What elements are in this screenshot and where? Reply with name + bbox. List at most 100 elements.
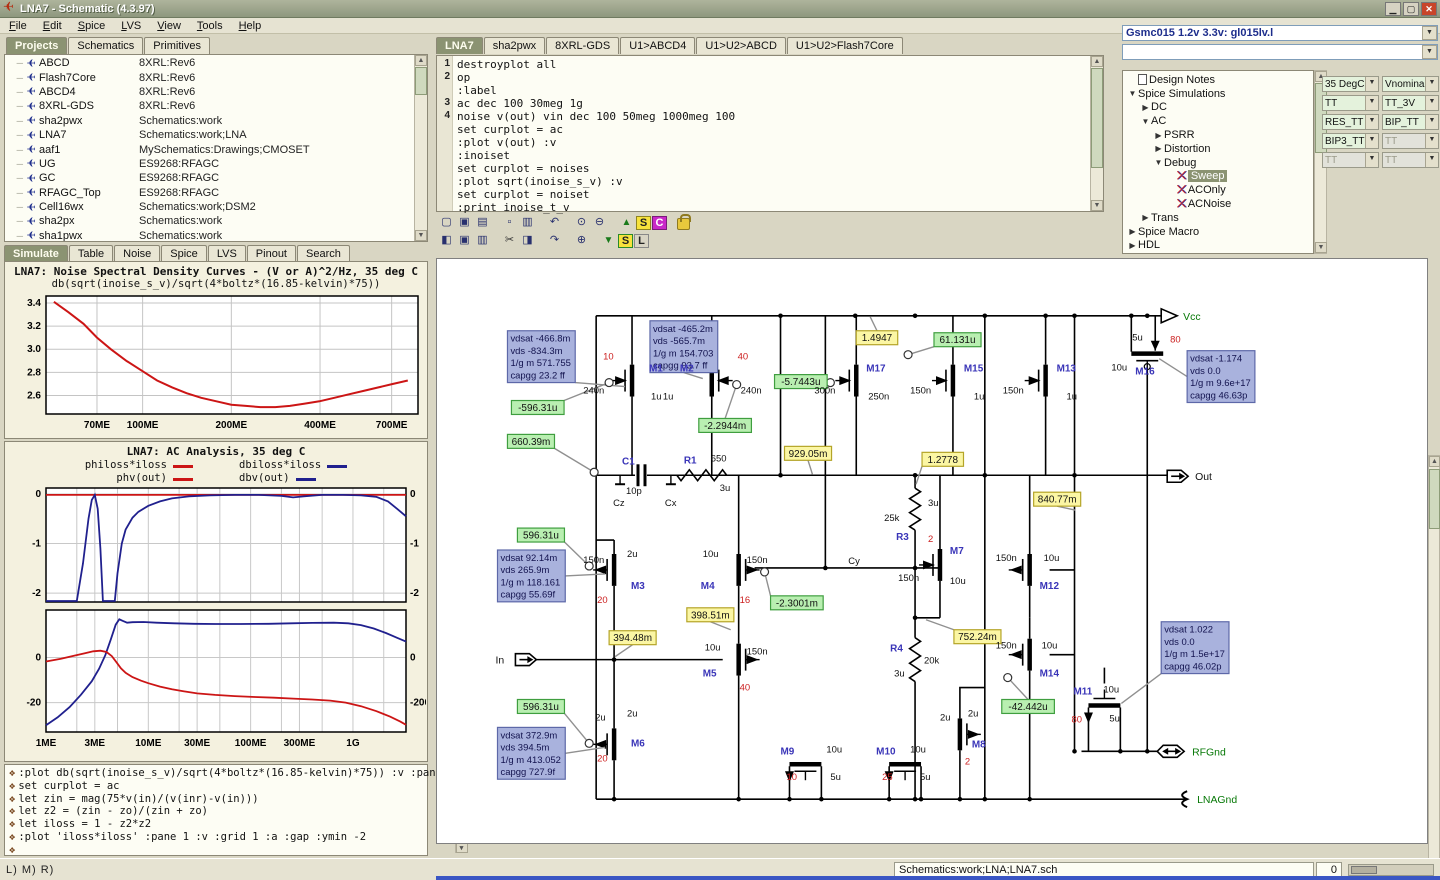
project-row[interactable]: ─✈UGES9268:RFAGC bbox=[5, 157, 414, 171]
project-list-scrollbar[interactable]: ▲▼ bbox=[414, 55, 427, 241]
c-block-icon[interactable]: C bbox=[652, 216, 667, 230]
maximize-button[interactable]: ▢ bbox=[1403, 2, 1419, 16]
zoom-out-icon[interactable]: ⊖ bbox=[591, 215, 608, 231]
menu-lvs[interactable]: LVS bbox=[114, 19, 148, 33]
tree-item-sweep[interactable]: ⤫Sweep bbox=[1123, 170, 1313, 184]
script-icon[interactable]: S bbox=[636, 216, 651, 230]
project-row[interactable]: ─✈8XRL-GDS8XRL:Rev6 bbox=[5, 99, 414, 113]
close-button[interactable]: ✕ bbox=[1421, 2, 1437, 16]
edit-tab-sha2pwx[interactable]: sha2pwx bbox=[484, 37, 545, 54]
mouse-button-indicator: L) M) R) bbox=[0, 864, 200, 876]
menu-view[interactable]: View bbox=[150, 19, 188, 33]
columns-icon[interactable]: ▥ bbox=[474, 233, 491, 249]
process-corner-combo[interactable]: Gsmc015 1.2v 3.3v: gl015lv.l ▼ bbox=[1122, 25, 1438, 41]
menu-tools[interactable]: Tools bbox=[190, 19, 230, 33]
project-row[interactable]: ─✈sha1pwxSchematics:work bbox=[5, 229, 414, 242]
save-as-icon[interactable]: ▣ bbox=[456, 233, 473, 249]
param-combo[interactable]: RES_TT▼ bbox=[1322, 114, 1379, 130]
menu-edit[interactable]: Edit bbox=[36, 19, 69, 33]
zoom-icon[interactable]: ⊙ bbox=[573, 215, 590, 231]
paste-icon[interactable]: ◨ bbox=[519, 233, 536, 249]
edit-tab-lna7[interactable]: LNA7 bbox=[436, 37, 483, 54]
minimize-button[interactable]: ▁ bbox=[1385, 2, 1401, 16]
open-icon[interactable]: ◧ bbox=[438, 233, 455, 249]
tab-pinout[interactable]: Pinout bbox=[247, 245, 296, 262]
project-row[interactable]: ─✈sha2pwxSchematics:work bbox=[5, 114, 414, 128]
param-combo[interactable]: 35 DegC▼ bbox=[1322, 76, 1379, 92]
hier-down-icon[interactable]: ▼ bbox=[600, 233, 617, 249]
noise-plot[interactable]: 70ME100ME200ME400ME700ME2.62.83.03.23.4 bbox=[6, 290, 426, 438]
zoom-in-icon[interactable]: ⊕ bbox=[573, 233, 590, 249]
project-row[interactable]: ─✈GCES9268:RFAGC bbox=[5, 171, 414, 185]
tree-item-design-notes[interactable]: Design Notes bbox=[1123, 73, 1313, 87]
secondary-combo[interactable]: ▼ bbox=[1122, 44, 1438, 60]
schematic-canvas[interactable]: VccOutInRFGndLNAGndvdsat -466.8mvds -834… bbox=[436, 258, 1428, 844]
command-console[interactable]: ❖:plot db(sqrt(inoise_s_v)/sqrt(4*boltz*… bbox=[4, 764, 428, 856]
tree-item-trans[interactable]: ▶Trans bbox=[1123, 211, 1313, 225]
tree-item-dc[interactable]: ▶DC bbox=[1123, 101, 1313, 115]
tree-item-spice-macro[interactable]: ▶Spice Macro bbox=[1123, 225, 1313, 239]
new-icon[interactable]: ▢ bbox=[438, 215, 455, 231]
print-icon[interactable]: ▤ bbox=[474, 215, 491, 231]
editor-scrollbar[interactable]: ▲▼ bbox=[1090, 56, 1103, 211]
tab-simulate[interactable]: Simulate bbox=[4, 245, 68, 262]
tree-item-ac[interactable]: ▼AC bbox=[1123, 114, 1313, 128]
tab-primitives[interactable]: Primitives bbox=[144, 37, 210, 54]
param-combo[interactable]: BIP_TT▼ bbox=[1382, 114, 1439, 130]
current-tag: -2.3001m bbox=[761, 568, 824, 610]
project-name: GC bbox=[39, 172, 139, 184]
tab-projects[interactable]: Projects bbox=[6, 37, 67, 54]
param-combo[interactable]: TT▼ bbox=[1322, 95, 1379, 111]
lock-icon[interactable] bbox=[677, 218, 690, 230]
editor-code[interactable]: destroyplot allop:labelac dec 100 30meg … bbox=[453, 56, 1090, 211]
tab-search[interactable]: Search bbox=[297, 245, 350, 262]
tree-item-acnoise[interactable]: ⤫ACNoise bbox=[1123, 197, 1313, 211]
undo-icon[interactable]: ↶ bbox=[546, 215, 563, 231]
cut-icon[interactable]: ✂ bbox=[501, 233, 518, 249]
svg-text:100ME: 100ME bbox=[235, 738, 267, 749]
project-row[interactable]: ─✈sha2pxSchematics:work bbox=[5, 214, 414, 228]
tab-table[interactable]: Table bbox=[69, 245, 113, 262]
param-combo[interactable]: Vnominal▼ bbox=[1382, 76, 1439, 92]
project-row[interactable]: ─✈ABCD8XRL:Rev6 bbox=[5, 56, 414, 70]
menu-help[interactable]: Help bbox=[232, 19, 269, 33]
copy-icon[interactable]: ▥ bbox=[519, 215, 536, 231]
combo-arrow-icon[interactable]: ▼ bbox=[1422, 45, 1437, 59]
project-row[interactable]: ─✈Flash7Core8XRL:Rev6 bbox=[5, 70, 414, 84]
tree-item-debug[interactable]: ▼Debug bbox=[1123, 156, 1313, 170]
tab-spice[interactable]: Spice bbox=[161, 245, 207, 262]
select-icon[interactable]: ▫ bbox=[501, 215, 518, 231]
menu-spice[interactable]: Spice bbox=[71, 19, 113, 33]
param-combo[interactable]: TT_3V▼ bbox=[1382, 95, 1439, 111]
spice-script-editor[interactable]: 1234 destroyplot allop:labelac dec 100 3… bbox=[436, 55, 1104, 212]
edit-tab-u1-u2-abcd[interactable]: U1>U2>ABCD bbox=[696, 37, 786, 54]
tab-schematics[interactable]: Schematics bbox=[68, 37, 143, 54]
status-slider[interactable] bbox=[1348, 864, 1434, 876]
tree-item-hdl[interactable]: ▶HDL bbox=[1123, 239, 1313, 253]
project-row[interactable]: ─✈ABCD48XRL:Rev6 bbox=[5, 85, 414, 99]
tree-item-distortion[interactable]: ▶Distortion bbox=[1123, 142, 1313, 156]
project-row[interactable]: ─✈Cell16wxSchematics:work;DSM2 bbox=[5, 200, 414, 214]
tab-noise[interactable]: Noise bbox=[114, 245, 160, 262]
tab-lvs[interactable]: LVS bbox=[208, 245, 246, 262]
ac-plot[interactable]: 00-1-1-2-20-200-2001ME3ME10ME30ME100ME30… bbox=[6, 484, 426, 760]
svg-text:3.4: 3.4 bbox=[27, 298, 41, 309]
l-block-icon[interactable]: L bbox=[634, 234, 649, 248]
project-row[interactable]: ─✈LNA7Schematics:work;LNA bbox=[5, 128, 414, 142]
redo-icon[interactable]: ↷ bbox=[546, 233, 563, 249]
edit-tab-u1-abcd4[interactable]: U1>ABCD4 bbox=[620, 37, 695, 54]
menu-file[interactable]: File bbox=[2, 19, 34, 33]
script-add-icon[interactable]: S bbox=[618, 234, 633, 248]
edit-tab-8xrl-gds[interactable]: 8XRL-GDS bbox=[546, 37, 619, 54]
tree-item-aconly[interactable]: ⤫ACOnly bbox=[1123, 183, 1313, 197]
hier-up-icon[interactable]: ▲ bbox=[618, 215, 635, 231]
schematic-vscrollbar[interactable]: ▲ ▼ bbox=[1428, 455, 1440, 880]
combo-arrow-icon[interactable]: ▼ bbox=[1422, 26, 1437, 40]
edit-tab-u1-u2-flash7core[interactable]: U1>U2>Flash7Core bbox=[787, 37, 903, 54]
project-row[interactable]: ─✈aaf1MySchematics:Drawings;CMOSET bbox=[5, 142, 414, 156]
project-row[interactable]: ─✈RFAGC_TopES9268:RFAGC bbox=[5, 186, 414, 200]
tree-item-spice-simulations[interactable]: ▼Spice Simulations bbox=[1123, 87, 1313, 101]
save-icon[interactable]: ▣ bbox=[456, 215, 473, 231]
param-combo[interactable]: BIP3_TT▼ bbox=[1322, 133, 1379, 149]
tree-item-psrr[interactable]: ▶PSRR bbox=[1123, 128, 1313, 142]
